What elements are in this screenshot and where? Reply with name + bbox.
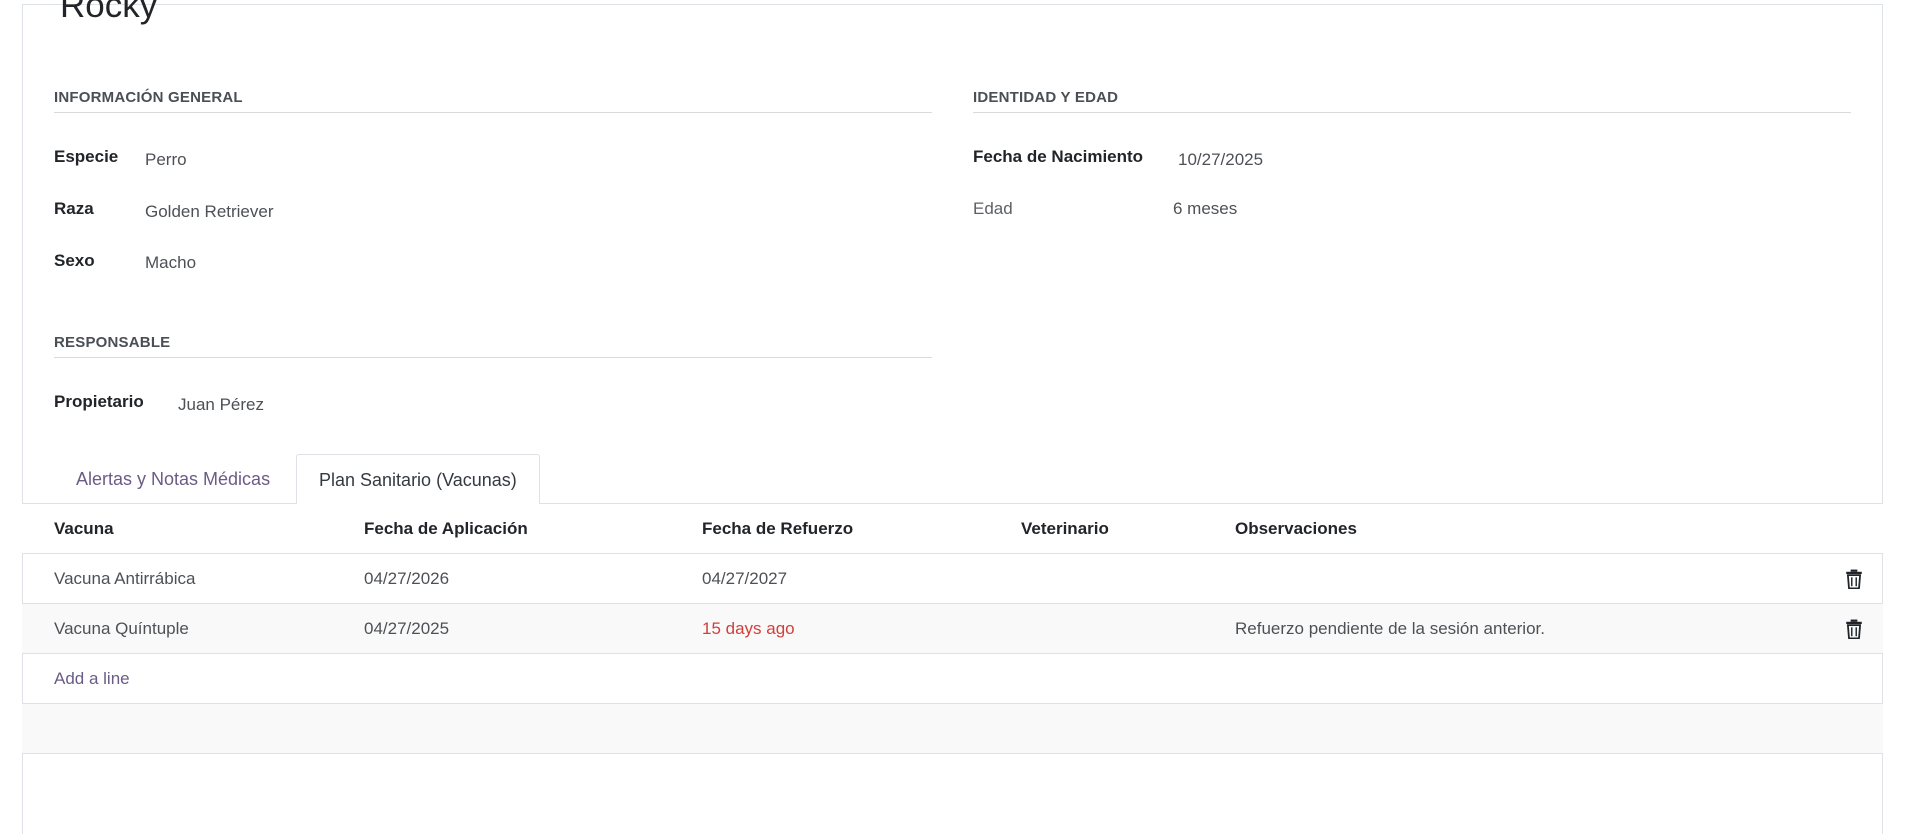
column-header-application-date[interactable]: Fecha de Aplicación [364,504,528,554]
column-header-vaccine[interactable]: Vacuna [54,504,114,554]
section-title-general: INFORMACIÓN GENERAL [54,89,243,106]
column-header-observations[interactable]: Observaciones [1235,504,1357,554]
field-value-breed[interactable]: Golden Retriever [145,202,274,222]
empty-row [22,704,1883,754]
section-title-owner: RESPONSABLE [54,334,171,351]
add-line-button[interactable]: Add a line [54,654,130,704]
trash-icon[interactable] [1845,619,1863,639]
column-header-veterinarian[interactable]: Veterinario [1021,504,1109,554]
table-header: Vacuna Fecha de Aplicación Fecha de Refu… [22,504,1883,554]
field-label-sex: Sexo [54,251,95,270]
add-line-row: Add a line [22,654,1883,704]
field-value-sex[interactable]: Macho [145,253,196,273]
column-header-booster-date[interactable]: Fecha de Refuerzo [702,504,853,554]
cell-vaccine[interactable]: Vacuna Antirrábica [54,554,195,604]
field-label-owner: Propietario [54,392,144,411]
cell-vaccine[interactable]: Vacuna Quíntuple [54,604,189,654]
field-value-owner[interactable]: Juan Pérez [178,395,264,415]
section-divider [973,112,1851,113]
trash-icon[interactable] [1845,569,1863,589]
section-title-identity: IDENTIDAD Y EDAD [973,89,1119,106]
field-label-species: Especie [54,147,119,166]
cell-booster-date[interactable]: 15 days ago [702,604,795,654]
tab-vaccination-plan[interactable]: Plan Sanitario (Vacunas) [296,454,540,505]
field-label-breed: Raza [54,199,94,218]
section-divider [54,112,932,113]
cell-application-date[interactable]: 04/27/2025 [364,604,449,654]
field-value-age: 6 meses [1173,199,1238,218]
record-name[interactable]: Rocky [60,0,157,26]
field-value-species[interactable]: Perro [145,150,187,170]
cell-booster-date[interactable]: 04/27/2027 [702,554,787,604]
table-row[interactable]: Vacuna Antirrábica 04/27/2026 04/27/2027 [22,554,1883,604]
cell-application-date[interactable]: 04/27/2026 [364,554,449,604]
field-value-birthdate[interactable]: 10/27/2025 [1178,150,1263,170]
field-label-age: Edad [973,199,1013,218]
cell-observations[interactable]: Refuerzo pendiente de la sesión anterior… [1235,604,1545,654]
field-label-birthdate: Fecha de Nacimiento [973,147,1144,166]
tab-medical-alerts[interactable]: Alertas y Notas Médicas [54,454,292,504]
section-divider [54,357,932,358]
table-row[interactable]: Vacuna Quíntuple 04/27/2025 15 days ago … [22,604,1883,654]
